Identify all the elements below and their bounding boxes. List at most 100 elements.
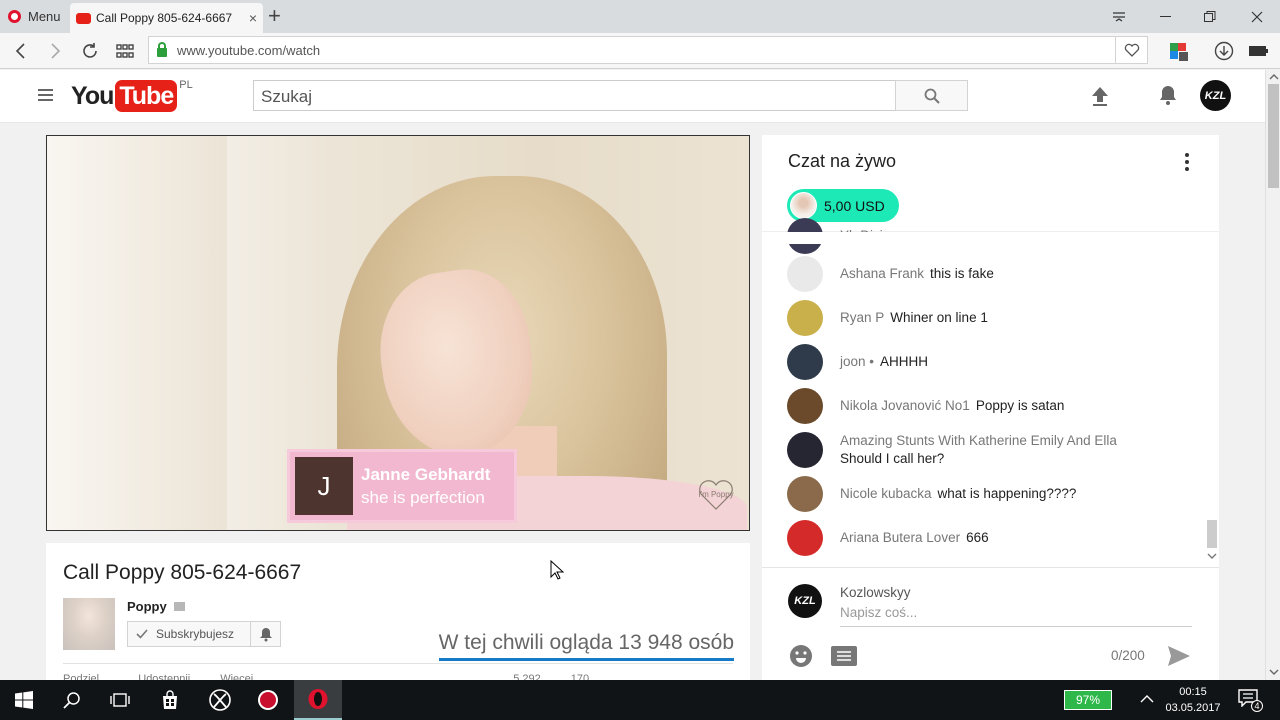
youtube-masthead: You Tube PL Szukaj KZL bbox=[0, 70, 1265, 123]
url-field[interactable]: www.youtube.com/watch bbox=[148, 36, 1116, 64]
superchat-money-icon[interactable] bbox=[830, 645, 858, 670]
subscribe-button[interactable]: Subskrybujesz bbox=[127, 621, 251, 647]
subscribe-label: Subskrybujesz bbox=[156, 627, 235, 641]
tab-title: Call Poppy 805-624-6667 bbox=[96, 11, 233, 25]
action-center-icon[interactable]: 4 bbox=[1238, 689, 1263, 712]
video-frame-background bbox=[47, 136, 227, 530]
close-window-button[interactable] bbox=[1234, 0, 1280, 33]
mouse-cursor-icon bbox=[550, 559, 565, 583]
upload-icon[interactable] bbox=[1090, 85, 1110, 110]
tab-menu-icon[interactable] bbox=[1096, 0, 1142, 33]
chat-message-text: Ashana Frank this is fake bbox=[840, 265, 994, 283]
xbox-icon[interactable] bbox=[196, 680, 244, 720]
logo-you-text: You bbox=[71, 82, 114, 110]
chat-message-body: Whiner on line 1 bbox=[890, 310, 988, 325]
emoji-icon[interactable] bbox=[789, 644, 813, 671]
chat-message-body: what is happening???? bbox=[937, 486, 1077, 501]
opera-menu-button[interactable]: Menu bbox=[0, 0, 66, 33]
chat-author-avatar bbox=[787, 520, 823, 556]
chat-input-author: Kozlowskyy bbox=[840, 585, 911, 600]
video-info-panel: Call Poppy 805-624-6667 Poppy Subskrybuj… bbox=[46, 543, 750, 685]
page-scrollbar[interactable] bbox=[1265, 70, 1280, 680]
chat-message[interactable]: Nicole kubacka what is happening???? bbox=[787, 476, 1187, 512]
ticker-amount: 5,00 USD bbox=[824, 197, 885, 214]
chat-message[interactable]: Ryan P Whiner on line 1 bbox=[787, 300, 1187, 336]
taskbar-search-icon[interactable] bbox=[48, 680, 96, 720]
minimize-window-button[interactable] bbox=[1143, 0, 1189, 33]
video-player[interactable]: J Janne Gebhardt she is perfection I'm P… bbox=[46, 135, 750, 531]
downloads-icon[interactable] bbox=[1210, 37, 1238, 65]
search-input[interactable]: Szukaj bbox=[253, 80, 896, 111]
like-ratio-bar bbox=[439, 658, 734, 661]
forward-button[interactable] bbox=[42, 37, 70, 65]
channel-watermark[interactable]: I'm Poppy bbox=[697, 476, 735, 512]
chat-author: Nikola Jovanović No1 bbox=[840, 398, 970, 413]
chat-message-text: Amazing Stunts With Katherine Emily And … bbox=[840, 432, 1123, 468]
battery-indicator[interactable]: 97% bbox=[1064, 690, 1112, 710]
speed-dial-grid-icon[interactable] bbox=[111, 37, 139, 65]
chat-title: Czat na żywo bbox=[788, 151, 897, 171]
guide-menu-icon[interactable] bbox=[38, 89, 53, 104]
opera-menu-label: Menu bbox=[28, 9, 61, 24]
chat-message[interactable]: Ashana Frank this is fake bbox=[787, 256, 1187, 292]
url-text: www.youtube.com/watch bbox=[177, 42, 321, 58]
account-avatar[interactable]: KZL bbox=[1200, 80, 1231, 111]
chat-message-text: Nicole kubacka what is happening???? bbox=[840, 485, 1076, 503]
chat-author: Ariana Butera Lover bbox=[840, 530, 961, 545]
youtube-logo[interactable]: You Tube PL bbox=[71, 79, 193, 112]
extension-icon[interactable] bbox=[1164, 37, 1192, 65]
clock-date: 03.05.2017 bbox=[1165, 702, 1221, 714]
chat-message[interactable]: Amazing Stunts With Katherine Emily And … bbox=[787, 432, 1187, 468]
page-scroll-thumb[interactable] bbox=[1268, 84, 1279, 188]
live-viewer-count: W tej chwili ogląda 13 948 osób bbox=[438, 631, 734, 654]
chat-list-top-mask bbox=[762, 232, 1219, 244]
reload-icon[interactable] bbox=[76, 37, 104, 65]
chat-message[interactable]: Nikola Jovanović No1 Poppy is satan bbox=[787, 388, 1187, 424]
scroll-down-icon[interactable] bbox=[1207, 552, 1217, 560]
windows-start-icon[interactable] bbox=[0, 680, 48, 720]
chat-input-panel: KZL Kozlowskyy Napisz coś... 0/200 bbox=[762, 567, 1219, 680]
search-button[interactable] bbox=[895, 80, 968, 111]
store-icon[interactable] bbox=[146, 680, 194, 720]
opera-taskbar-icon[interactable] bbox=[294, 680, 342, 720]
system-clock[interactable]: 00:15 03.05.2017 bbox=[1162, 684, 1224, 716]
bookmark-heart-icon[interactable] bbox=[1116, 36, 1148, 64]
watermark-text: I'm Poppy bbox=[698, 489, 734, 499]
chat-more-options-icon[interactable] bbox=[1182, 153, 1192, 174]
superchat-overlay: J Janne Gebhardt she is perfection bbox=[287, 449, 517, 523]
chat-scroll-thumb[interactable] bbox=[1207, 520, 1217, 548]
channel-name-link[interactable]: Poppy bbox=[127, 599, 186, 614]
battery-saver-icon[interactable] bbox=[1245, 37, 1273, 65]
show-hidden-icons-icon[interactable] bbox=[1140, 692, 1154, 707]
chat-message[interactable]: Ariana Butera Lover 666 bbox=[787, 520, 1187, 556]
chat-input-avatar: KZL bbox=[788, 584, 822, 618]
channel-notification-button[interactable] bbox=[251, 621, 281, 647]
chat-message[interactable]: joon • AHHHH bbox=[787, 344, 1187, 380]
chat-message-text: Nikola Jovanović No1 Poppy is satan bbox=[840, 397, 1064, 415]
chat-author: Nicole kubacka bbox=[840, 486, 932, 501]
chat-message-input[interactable]: Napisz coś... bbox=[840, 605, 1192, 627]
browser-address-bar: www.youtube.com/watch bbox=[0, 33, 1280, 69]
notifications-bell-icon[interactable] bbox=[1158, 84, 1178, 109]
bell-icon bbox=[259, 627, 272, 641]
tab-close-icon[interactable]: × bbox=[249, 10, 257, 26]
youtube-favicon-icon bbox=[76, 12, 91, 24]
chat-message-text: Ariana Butera Lover 666 bbox=[840, 529, 989, 547]
send-icon[interactable] bbox=[1167, 645, 1191, 670]
browser-tab-youtube[interactable]: Call Poppy 805-624-6667 × bbox=[70, 3, 263, 33]
search-icon bbox=[924, 88, 940, 104]
new-tab-button[interactable]: + bbox=[268, 4, 281, 28]
chat-author: Ashana Frank bbox=[840, 266, 925, 281]
restore-window-button[interactable] bbox=[1187, 0, 1233, 33]
chat-author-avatar bbox=[787, 344, 823, 380]
chat-author-avatar bbox=[787, 476, 823, 512]
chat-author: joon • bbox=[840, 354, 875, 369]
chat-message-body: AHHHH bbox=[880, 354, 929, 369]
page-scroll-up-icon[interactable] bbox=[1269, 73, 1279, 81]
back-button[interactable] bbox=[6, 37, 34, 65]
chat-scrollbar[interactable] bbox=[1204, 232, 1219, 565]
recorder-icon[interactable] bbox=[244, 680, 292, 720]
task-view-icon[interactable] bbox=[96, 680, 144, 720]
channel-avatar[interactable] bbox=[63, 598, 115, 650]
page-scroll-down-icon[interactable] bbox=[1269, 668, 1279, 676]
